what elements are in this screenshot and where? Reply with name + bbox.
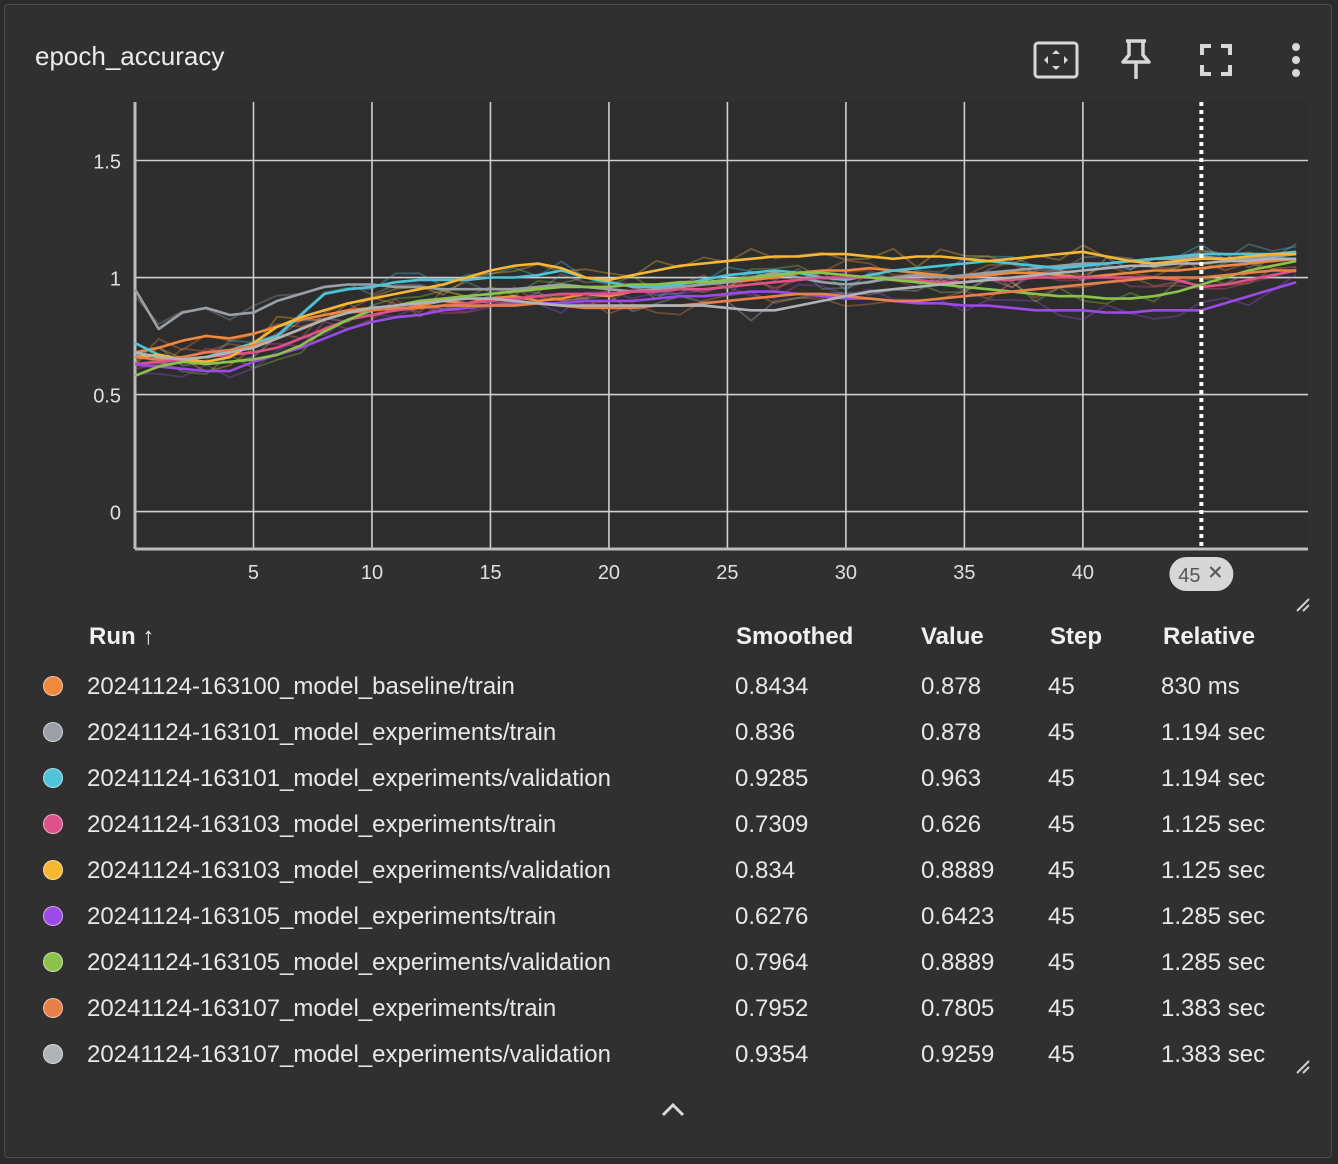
y-tick-label: 0 [110,503,121,525]
run-name: 20241124-163101_model_experiments/train [87,719,557,746]
x-tick-label: 5 [248,562,259,584]
run-color-swatch[interactable] [43,860,63,880]
run-name: 20241124-163105_model_experiments/train [87,903,557,930]
run-name: 20241124-163101_model_experiments/valida… [87,765,611,792]
run-color-swatch[interactable] [43,952,63,972]
run-name: 20241124-163107_model_experiments/valida… [87,1041,611,1068]
step-value: 45 [1048,995,1075,1022]
smoothed-value: 0.834 [735,857,796,884]
value-column-header[interactable]: Value [921,617,984,657]
relative-time: 1.194 sec [1161,719,1266,746]
step-column-header[interactable]: Step [1050,617,1102,657]
raw-value: 0.626 [921,811,982,838]
x-tick-label: 10 [361,562,383,584]
smoothed-value: 0.9285 [735,765,809,792]
run-name: 20241124-163103_model_experiments/valida… [87,857,611,884]
smoothed-value: 0.9354 [735,1041,809,1068]
table-row[interactable]: 20241124-163105_model_experiments/train 0… [35,897,1295,937]
raw-value: 0.7805 [921,995,995,1022]
step-value: 45 [1048,719,1075,746]
x-tick-label: 35 [953,562,975,584]
relative-time: 1.383 sec [1161,1041,1266,1068]
table-row[interactable]: 20241124-163101_model_experiments/valida… [35,759,1295,799]
step-value: 45 [1048,857,1075,884]
table-row[interactable]: 20241124-163107_model_experiments/train 0… [35,989,1295,1029]
raw-value: 0.9259 [921,1041,995,1068]
raw-value: 0.878 [921,719,982,746]
run-color-swatch[interactable] [43,676,63,696]
table-row[interactable]: 20241124-163107_model_experiments/valida… [35,1035,1295,1075]
x-tick-label: 15 [479,562,501,584]
step-value: 45 [1048,949,1075,976]
relative-time: 830 ms [1161,673,1240,700]
smoothed-value: 0.6276 [735,903,809,930]
table-resize-handle[interactable] [1293,1057,1311,1075]
run-name: 20241124-163107_model_experiments/train [87,995,557,1022]
step-value: 45 [1048,1041,1075,1068]
run-color-swatch[interactable] [43,906,63,926]
line-chart[interactable]: 0 0.5 1 1.5 5 10 15 20 25 30 35 40 45 [0,0,1338,600]
x-tick-label: 30 [835,562,857,584]
step-cursor-label: 45 [1178,565,1200,587]
step-value: 45 [1048,811,1075,838]
chevron-up-icon [661,1102,685,1117]
run-color-swatch[interactable] [43,998,63,1018]
table-row[interactable]: 20241124-163103_model_experiments/train 0… [35,805,1295,845]
run-name: 20241124-163100_model_baseline/train [87,673,515,700]
table-row[interactable]: 20241124-163105_model_experiments/valida… [35,943,1295,983]
run-name: 20241124-163103_model_experiments/train [87,811,557,838]
table-row[interactable]: 20241124-163103_model_experiments/valida… [35,851,1295,891]
x-tick-label: 40 [1072,562,1094,584]
raw-value: 0.963 [921,765,982,792]
collapse-button[interactable] [653,1095,693,1125]
smoothed-column-header[interactable]: Smoothed [736,617,853,657]
smoothed-value: 0.8434 [735,673,809,700]
step-value: 45 [1048,765,1075,792]
raw-value: 0.878 [921,673,982,700]
table-row[interactable]: 20241124-163101_model_experiments/train 0… [35,713,1295,753]
raw-value: 0.8889 [921,949,995,976]
relative-time: 1.383 sec [1161,995,1266,1022]
y-tick-label: 0.5 [93,386,121,408]
x-tick-label: 20 [598,562,620,584]
smoothed-value: 0.7952 [735,995,809,1022]
raw-value: 0.6423 [921,903,995,930]
run-column-header[interactable]: Run ↑ [89,617,154,657]
sort-ascending-icon: ↑ [142,623,155,650]
x-tick-label: 25 [716,562,738,584]
step-value: 45 [1048,673,1075,700]
relative-time: 1.285 sec [1161,949,1266,976]
table-header: Run ↑ Smoothed Value Step Relative [35,617,1295,657]
relative-time: 1.194 sec [1161,765,1266,792]
relative-time: 1.285 sec [1161,903,1266,930]
table-row[interactable]: 20241124-163100_model_baseline/train 0.84… [35,667,1295,707]
y-tick-label: 1.5 [93,152,121,174]
relative-time: 1.125 sec [1161,857,1266,884]
relative-column-header[interactable]: Relative [1163,617,1255,657]
raw-value: 0.8889 [921,857,995,884]
relative-time: 1.125 sec [1161,811,1266,838]
run-color-swatch[interactable] [43,814,63,834]
y-tick-label: 1 [110,269,121,291]
smoothed-value: 0.836 [735,719,796,746]
step-value: 45 [1048,903,1075,930]
smoothed-value: 0.7964 [735,949,809,976]
run-name: 20241124-163105_model_experiments/valida… [87,949,611,976]
run-color-swatch[interactable] [43,722,63,742]
smoothed-value: 0.7309 [735,811,809,838]
run-color-swatch[interactable] [43,768,63,788]
run-color-swatch[interactable] [43,1044,63,1064]
